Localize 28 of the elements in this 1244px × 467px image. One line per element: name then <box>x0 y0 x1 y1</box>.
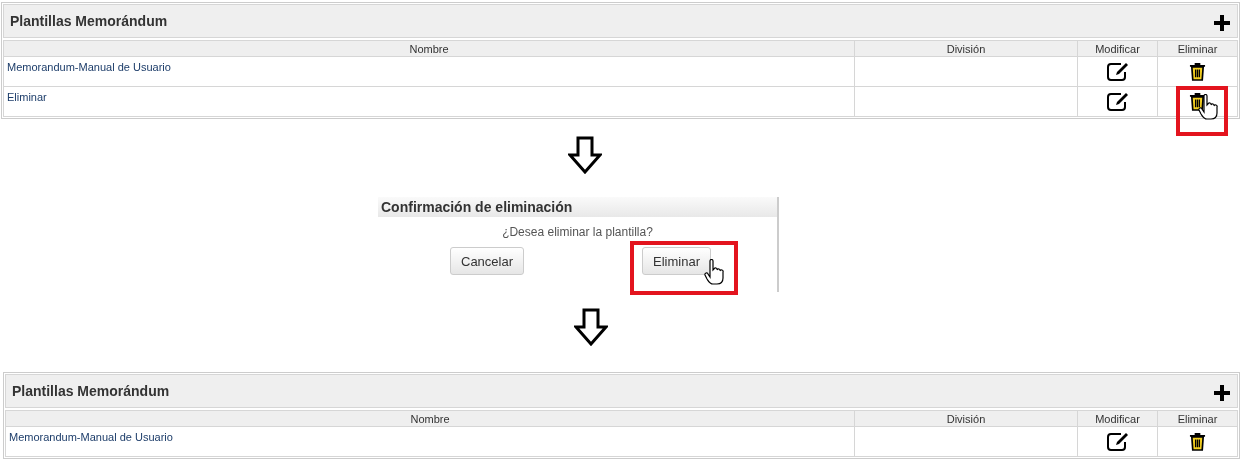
hand-cursor-icon <box>704 259 725 285</box>
edit-icon[interactable] <box>1106 61 1129 82</box>
dialog-title: Confirmación de eliminación <box>381 199 573 215</box>
table-cell: Eliminar <box>3 86 855 117</box>
edit-icon[interactable] <box>1106 431 1129 452</box>
hand-cursor-icon <box>1198 94 1218 120</box>
table-cell: Memorandum-Manual de Usuario <box>5 426 855 457</box>
add-icon[interactable] <box>1213 384 1231 402</box>
column-header: Eliminar <box>1157 40 1238 57</box>
trash-icon[interactable] <box>1189 432 1206 451</box>
panel-title: Plantillas Memorándum <box>10 13 168 29</box>
column-header: División <box>854 410 1078 427</box>
dialog-button[interactable]: Cancelar <box>450 247 525 275</box>
down-arrow-icon <box>574 308 608 346</box>
dialog-message: ¿Desea eliminar la plantilla? <box>501 225 654 239</box>
down-arrow-icon <box>568 135 602 174</box>
add-icon[interactable] <box>1213 14 1231 32</box>
panel-title: Plantillas Memorándum <box>12 383 170 399</box>
dialog-button[interactable]: Eliminar <box>642 247 711 275</box>
column-header: Nombre <box>5 410 855 427</box>
column-header: Modificar <box>1077 40 1158 57</box>
column-header: Nombre <box>3 40 855 57</box>
trash-icon[interactable] <box>1189 62 1206 81</box>
table-cell: Memorandum-Manual de Usuario <box>3 56 855 87</box>
column-header: Modificar <box>1077 410 1158 427</box>
edit-icon[interactable] <box>1106 91 1129 112</box>
column-header: Eliminar <box>1157 410 1238 427</box>
column-header: División <box>854 40 1078 57</box>
